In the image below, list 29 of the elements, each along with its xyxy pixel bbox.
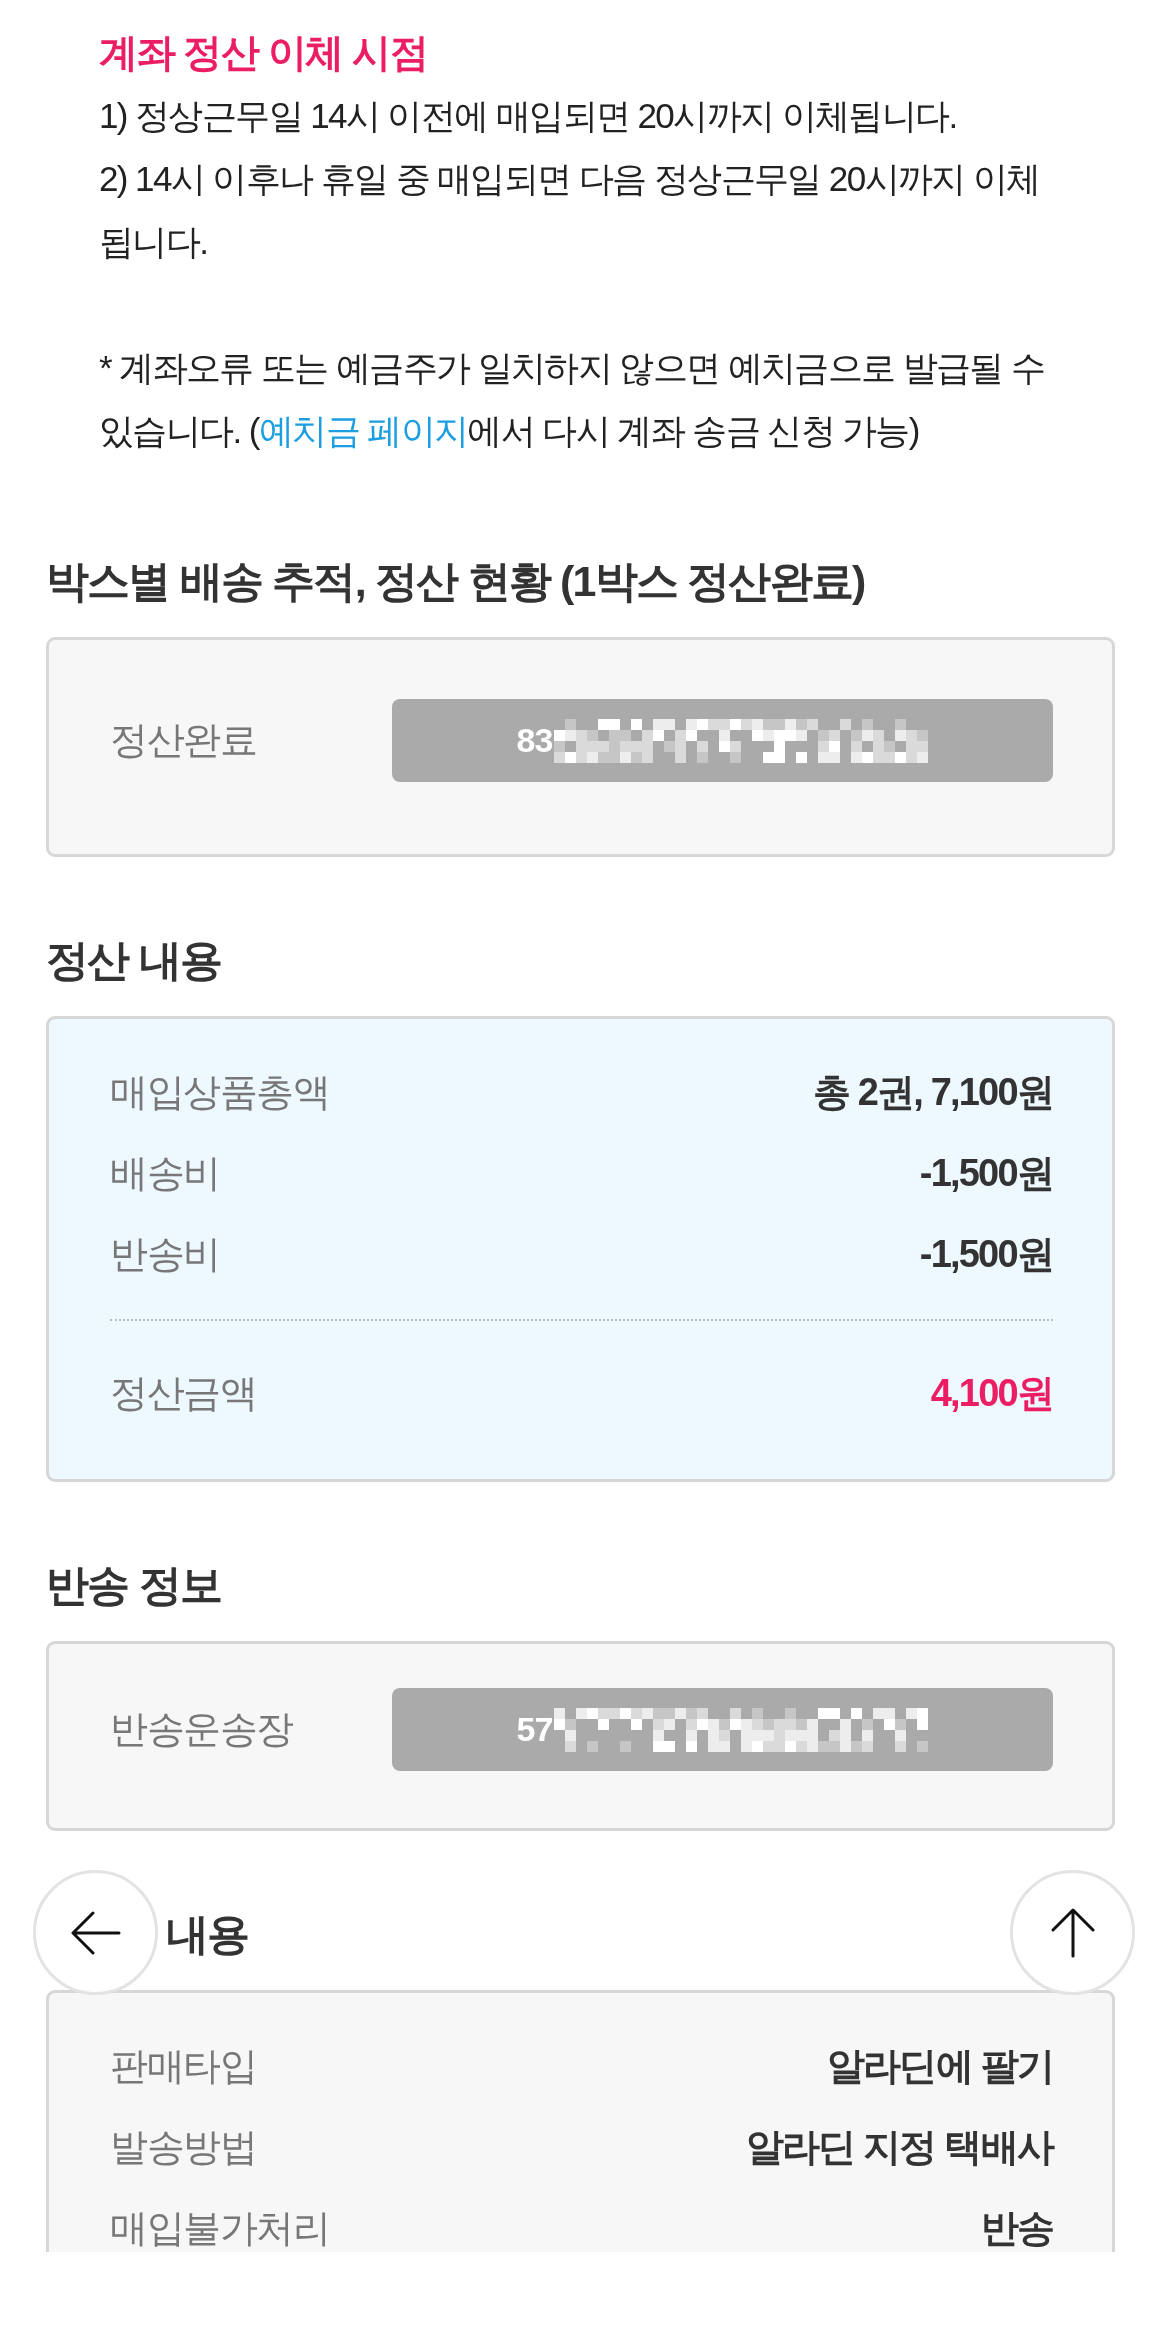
section-heading: 반송 정보 [46, 1560, 221, 1610]
row-value: 총 2권, 7,100원 [812, 1070, 1053, 1115]
row-label: 판매타입 [110, 2044, 256, 2089]
section-heading: 내용 [166, 1909, 249, 1959]
deposit-page-link[interactable]: 예치금 페이지 [258, 411, 468, 450]
row-label: 반송운송장 [110, 1707, 294, 1752]
row-value: -1,500원 [919, 1232, 1053, 1277]
row-value: 반송 [980, 2206, 1053, 2251]
row-value: 알라딘 지정 택배사 [745, 2125, 1053, 2170]
row-label: 매입불가처리 [110, 2206, 329, 2251]
row-label: 반송비 [110, 1232, 220, 1277]
tracking-number-button[interactable]: 57 [392, 1688, 1053, 1771]
section-heading: 박스별 배송 추적, 정산 현황 (1박스 정산완료) [46, 556, 865, 606]
row-label: 배송비 [110, 1151, 220, 1196]
notice-text: 1) 정상근무일 14시 이전에 매입되면 20시까지 이체됩니다. [99, 95, 958, 137]
notice-note: * 계좌오류 또는 예금주가 일치하지 않으면 예치금으로 발급될 수 있습니다. (예치금 페이지에서 다시 계좌 송금 신청 가능) [99, 347, 1046, 452]
row-label: 정산완료 [110, 718, 257, 763]
row-value: -1,500원 [919, 1151, 1053, 1196]
row-label: 발송방법 [110, 2125, 256, 2170]
notice-title: 계좌 정산 이체 시점 [99, 30, 428, 76]
section-heading: 정산 내용 [46, 935, 221, 985]
row-label: 정산금액 [110, 1371, 256, 1416]
row-label: 매입상품총액 [110, 1070, 329, 1115]
arrow-up-icon [1050, 1907, 1095, 1958]
notice-text: 2) 14시 이후나 휴일 중 매입되면 다음 정상근무일 20시까지 이체 됩니다. [99, 158, 1041, 263]
total-amount: 4,100원 [930, 1371, 1053, 1416]
arrow-left-icon [70, 1910, 121, 1955]
tracking-number-button[interactable]: 83 [392, 699, 1053, 782]
row-value: 알라딘에 팔기 [827, 2044, 1053, 2089]
